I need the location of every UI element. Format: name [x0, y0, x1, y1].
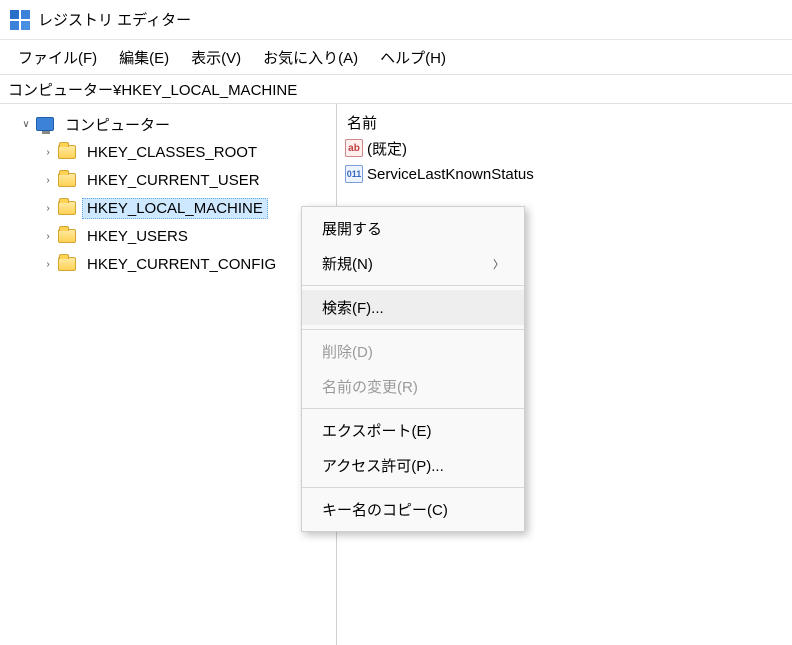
tree-item-hkcu[interactable]: › HKEY_CURRENT_USER	[0, 166, 336, 194]
menu-separator	[302, 329, 524, 330]
tree-root-label: コンピューター	[60, 112, 175, 137]
tree-item-label: HKEY_USERS	[82, 226, 193, 247]
folder-icon	[58, 201, 76, 215]
list-cell-name: ServiceLastKnownStatus	[367, 166, 534, 183]
context-menu-delete: 削除(D)	[302, 334, 524, 369]
folder-icon	[58, 229, 76, 243]
menu-help[interactable]: ヘルプ(H)	[370, 43, 456, 72]
menu-bar: ファイル(F) 編集(E) 表示(V) お気に入り(A) ヘルプ(H)	[0, 40, 792, 74]
tree-item-label: HKEY_CLASSES_ROOT	[82, 142, 262, 163]
list-row[interactable]: ab (既定)	[337, 135, 792, 161]
tree-item-label: HKEY_CURRENT_USER	[82, 170, 265, 191]
folder-icon	[58, 145, 76, 159]
chevron-right-icon: 〉	[493, 256, 504, 272]
chevron-down-icon[interactable]: ∨	[18, 116, 34, 132]
window-title: レジストリ エディター	[38, 9, 191, 30]
chevron-right-icon[interactable]: ›	[40, 228, 56, 244]
column-header-name[interactable]: 名前	[337, 110, 792, 135]
context-menu-copy-key-name[interactable]: キー名のコピー(C)	[302, 492, 524, 527]
context-menu-new[interactable]: 新規(N)〉	[302, 246, 524, 281]
chevron-right-icon[interactable]: ›	[40, 172, 56, 188]
chevron-right-icon[interactable]: ›	[40, 256, 56, 272]
menu-separator	[302, 285, 524, 286]
menu-separator	[302, 487, 524, 488]
tree-item-hkcr[interactable]: › HKEY_CLASSES_ROOT	[0, 138, 336, 166]
menu-edit[interactable]: 編集(E)	[109, 43, 179, 72]
chevron-right-icon[interactable]: ›	[40, 144, 56, 160]
list-row[interactable]: 011 ServiceLastKnownStatus	[337, 161, 792, 187]
context-menu-rename: 名前の変更(R)	[302, 369, 524, 404]
tree-item-hkcc[interactable]: › HKEY_CURRENT_CONFIG	[0, 250, 336, 278]
chevron-right-icon[interactable]: ›	[40, 200, 56, 216]
tree-item-hklm[interactable]: › HKEY_LOCAL_MACHINE	[0, 194, 336, 222]
menu-view[interactable]: 表示(V)	[181, 43, 251, 72]
computer-icon	[36, 117, 54, 131]
address-bar[interactable]: コンピューター¥HKEY_LOCAL_MACHINE	[0, 74, 792, 104]
list-cell-name: (既定)	[367, 138, 407, 159]
reg-string-icon: ab	[345, 139, 363, 157]
menu-separator	[302, 408, 524, 409]
tree-item-label: HKEY_LOCAL_MACHINE	[82, 198, 268, 219]
context-menu-expand[interactable]: 展開する	[302, 211, 524, 246]
tree-pane[interactable]: ∨ コンピューター › HKEY_CLASSES_ROOT › HKEY_CUR…	[0, 104, 337, 645]
menu-file[interactable]: ファイル(F)	[8, 43, 107, 72]
folder-icon	[58, 257, 76, 271]
context-menu: 展開する 新規(N)〉 検索(F)... 削除(D) 名前の変更(R) エクスポ…	[301, 206, 525, 532]
menu-favorites[interactable]: お気に入り(A)	[253, 43, 368, 72]
context-menu-find[interactable]: 検索(F)...	[302, 290, 524, 325]
app-icon	[10, 10, 30, 30]
title-bar: レジストリ エディター	[0, 0, 792, 40]
tree-item-hku[interactable]: › HKEY_USERS	[0, 222, 336, 250]
tree-root[interactable]: ∨ コンピューター	[0, 110, 336, 138]
address-path: コンピューター¥HKEY_LOCAL_MACHINE	[8, 79, 297, 100]
context-menu-export[interactable]: エクスポート(E)	[302, 413, 524, 448]
folder-icon	[58, 173, 76, 187]
reg-binary-icon: 011	[345, 165, 363, 183]
context-menu-permissions[interactable]: アクセス許可(P)...	[302, 448, 524, 483]
tree-item-label: HKEY_CURRENT_CONFIG	[82, 254, 281, 275]
